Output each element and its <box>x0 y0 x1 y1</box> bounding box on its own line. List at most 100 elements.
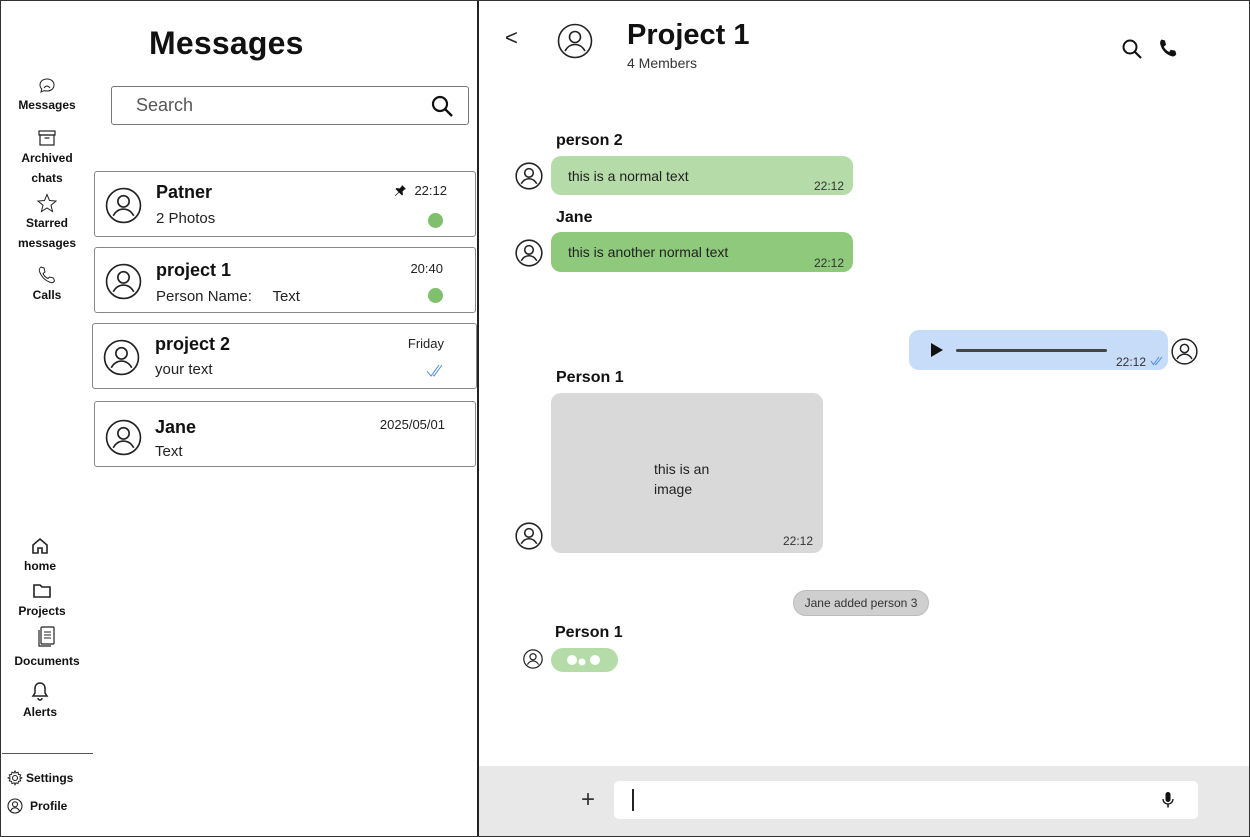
typing-indicator <box>551 648 618 672</box>
conversation-name: Patner <box>156 182 213 202</box>
conversation-preview: Text <box>155 443 183 460</box>
avatar-icon <box>105 263 142 300</box>
message-sender: Person 1 <box>555 624 623 641</box>
unread-dot <box>428 288 443 303</box>
conversation-list-panel: Messages Patner 2 Photos 22:12 project 1… <box>92 1 477 836</box>
back-button[interactable]: < <box>505 25 518 51</box>
gear-icon <box>7 770 23 786</box>
message-sender: Person 1 <box>556 369 624 386</box>
voice-message-bubble[interactable]: 22:12 <box>909 330 1168 370</box>
nav-item-calls[interactable]: Calls <box>1 265 93 305</box>
home-icon <box>32 537 48 554</box>
image-placeholder-text: this is an image <box>654 459 709 499</box>
profile-icon <box>7 798 23 814</box>
typing-dots-icon <box>567 655 600 666</box>
avatar-icon <box>103 339 140 376</box>
nav-label: Calls <box>32 288 62 302</box>
nav-item-documents[interactable]: Documents <box>1 625 93 671</box>
nav-divider <box>2 753 93 754</box>
system-notice: Jane added person 3 <box>793 590 929 616</box>
avatar-icon <box>515 239 543 267</box>
message-sender: person 2 <box>556 132 623 149</box>
nav-label: home <box>23 559 56 573</box>
profile-label: Profile <box>30 799 68 813</box>
message-sender: Jane <box>556 209 593 226</box>
settings-button[interactable]: Settings <box>7 770 73 786</box>
attach-button[interactable]: + <box>581 788 595 812</box>
search-input[interactable] <box>136 95 430 116</box>
conversation-name: Jane <box>155 417 197 437</box>
message-bubble[interactable]: this is another normal text 22:12 <box>551 232 853 272</box>
unread-dot <box>428 213 443 228</box>
avatar-icon <box>515 162 543 190</box>
folder-icon <box>33 584 51 598</box>
message-time: 22:12 <box>813 256 844 270</box>
message-time: 22:12 <box>813 179 844 193</box>
avatar-icon <box>523 649 543 669</box>
conversation-name: project 2 <box>155 334 231 354</box>
nav-label: Alerts <box>22 705 57 719</box>
conversation-item-patner[interactable]: Patner 2 Photos 22:12 <box>94 171 476 237</box>
message-time: 22:12 <box>1115 355 1146 369</box>
documents-icon <box>38 626 55 647</box>
chat-panel: < Project 1 4 Members person 2 this is a… <box>479 1 1249 836</box>
image-text-line: image <box>654 481 693 497</box>
avatar-icon <box>515 522 543 550</box>
nav-item-alerts[interactable]: Alerts <box>1 680 79 722</box>
nav-item-projects[interactable]: Projects <box>1 581 83 621</box>
settings-label: Settings <box>26 771 74 785</box>
call-icon[interactable] <box>1157 38 1179 60</box>
avatar-icon <box>1171 338 1198 365</box>
conversation-time: Friday <box>407 336 444 351</box>
composer-bar: + <box>479 766 1249 836</box>
conversation-time: 22:12 <box>414 183 447 198</box>
read-receipt-icon <box>426 364 443 377</box>
conversation-preview: 2 Photos <box>156 210 216 227</box>
play-icon[interactable] <box>931 343 943 357</box>
bell-icon <box>31 682 49 701</box>
search-bar[interactable] <box>111 86 469 125</box>
message-composer[interactable] <box>614 781 1198 819</box>
nav-label: Documents <box>14 654 80 668</box>
nav-rail: Messages Archived chats Starred messages… <box>1 1 93 836</box>
message-text: this is another normal text <box>568 244 729 260</box>
phone-icon <box>38 266 56 284</box>
search-icon[interactable] <box>1121 38 1143 60</box>
nav-label: Archived chats <box>21 151 73 185</box>
conversation-time: 20:40 <box>410 261 443 276</box>
chat-members-count: 4 Members <box>627 55 698 71</box>
avatar-icon <box>105 419 142 456</box>
message-text: this is a normal text <box>568 168 689 184</box>
pin-icon <box>395 185 406 196</box>
conversation-time: 2025/05/01 <box>379 417 445 432</box>
text-caret <box>632 789 634 811</box>
nav-label: Projects <box>18 604 66 618</box>
message-input[interactable] <box>632 787 1132 813</box>
conversation-name: project 1 <box>156 260 232 280</box>
avatar-icon <box>105 187 142 224</box>
conversation-preview: Person Name: Text <box>156 288 300 305</box>
chat-title: Project 1 <box>627 19 750 51</box>
conversation-item-project-2[interactable]: project 2 your text Friday <box>92 323 477 389</box>
search-icon[interactable] <box>430 94 454 118</box>
nav-item-starred[interactable]: Starred messages <box>1 193 93 253</box>
nav-item-home[interactable]: home <box>1 536 79 576</box>
audio-progress-track[interactable] <box>956 349 1107 352</box>
conversation-item-jane[interactable]: Jane Text 2025/05/01 <box>94 401 476 467</box>
nav-item-messages[interactable]: Messages <box>1 77 93 115</box>
archive-icon <box>38 130 56 146</box>
group-avatar-icon[interactable] <box>557 23 593 59</box>
conversation-preview: your text <box>155 361 213 378</box>
star-icon <box>37 193 57 213</box>
microphone-icon[interactable] <box>1162 792 1174 808</box>
read-receipt-icon <box>1150 356 1163 366</box>
conversation-item-project-1[interactable]: project 1 Person Name: Text 20:40 <box>94 247 476 313</box>
image-text-line: this is an <box>654 461 710 477</box>
nav-item-archived[interactable]: Archived chats <box>1 128 93 188</box>
message-bubble[interactable]: this is a normal text 22:12 <box>551 156 853 195</box>
profile-button[interactable]: Profile <box>7 798 67 814</box>
chat-bubble-icon <box>39 78 55 93</box>
image-message-bubble[interactable]: this is an image 22:12 <box>551 393 823 553</box>
page-title: Messages <box>149 25 304 61</box>
nav-label: Messages <box>18 98 76 112</box>
